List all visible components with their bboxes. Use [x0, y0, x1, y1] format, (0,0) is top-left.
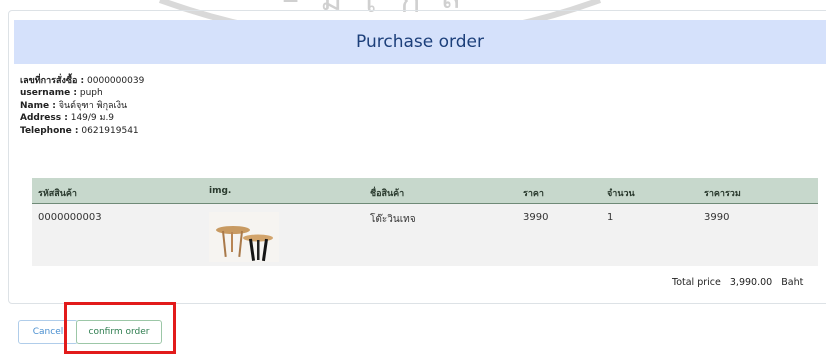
total-unit: Baht	[781, 277, 804, 288]
page-header: Purchase order	[14, 20, 826, 64]
username-value: puph	[79, 88, 103, 99]
cell-code: 0000000003	[38, 212, 102, 223]
username-line: username : puph	[20, 87, 144, 99]
cell-product-name: โต๊ะวินเทจ	[370, 214, 416, 225]
order-number-value: 0000000039	[87, 76, 145, 86]
col-header-img: img.	[209, 186, 232, 196]
table-header: รหัสสินค้า img. ชื่อสินค้า ราคา จำนวน รา…	[32, 178, 818, 204]
address-label: Address :	[20, 113, 68, 124]
table-row: 0000000003 โต๊ะวินเทจ 3990 1 3990	[32, 204, 818, 266]
cell-subtotal: 3990	[704, 212, 730, 223]
name-label: Name :	[20, 100, 56, 111]
total-price: Total price 3,990.00 Baht	[672, 277, 809, 288]
name-value: จินต์จุฑา พิกุลเงิน	[58, 100, 128, 111]
total-label: Total price	[672, 277, 721, 288]
order-info: เลขที่การสั่งซื้อ : 0000000039 username …	[20, 75, 144, 137]
order-table: รหัสสินค้า img. ชื่อสินค้า ราคา จำนวน รา…	[32, 178, 818, 266]
total-value: 3,990.00	[729, 277, 773, 288]
address-value: 149/9 ม.9	[70, 113, 115, 124]
username-label: username :	[20, 88, 78, 99]
cancel-button[interactable]: Cancel	[18, 320, 78, 344]
col-header-subtotal: ราคารวม	[704, 189, 741, 199]
telephone-label: Telephone :	[20, 125, 79, 136]
page-title: Purchase order	[356, 32, 484, 52]
col-header-price: ราคา	[523, 189, 544, 199]
order-number-label: เลขที่การสั่งซื้อ :	[20, 76, 85, 86]
name-line: Name : จินต์จุฑา พิกุลเงิน	[20, 100, 144, 112]
telephone-value: 0621919541	[81, 125, 139, 136]
svg-text:า: า	[481, 0, 505, 9]
col-header-qty: จำนวน	[607, 189, 635, 199]
cell-price: 3990	[523, 212, 549, 223]
col-header-code: รหัสสินค้า	[38, 189, 77, 199]
product-image	[209, 212, 279, 262]
address-line: Address : 149/9 ม.9	[20, 112, 144, 124]
telephone-line: Telephone : 0621919541	[20, 125, 144, 137]
col-header-name: ชื่อสินค้า	[370, 189, 405, 199]
confirm-order-button[interactable]: confirm order	[76, 320, 162, 344]
cell-qty: 1	[607, 212, 614, 223]
svg-text:ข: ข	[229, 0, 258, 2]
order-number-line: เลขที่การสั่งซื้อ : 0000000039	[20, 75, 144, 87]
